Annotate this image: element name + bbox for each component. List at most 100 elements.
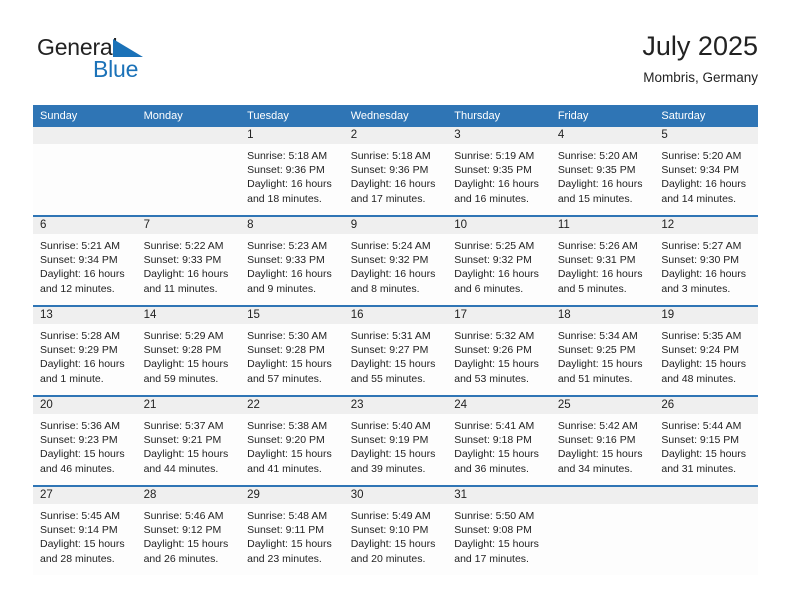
day-detail-daylight-line2: and 18 minutes. (247, 192, 322, 205)
day-details: Sunrise: 5:20 AM Sunset: 9:35 PM Daylight:… (551, 144, 655, 206)
day-number: 24 (447, 397, 551, 414)
day-detail-sunset: Sunset: 9:19 PM (350, 434, 429, 447)
day-detail-daylight-line2: and 23 minutes. (247, 552, 322, 565)
day-number: 9 (343, 217, 448, 234)
page-title: July 2025 (642, 31, 758, 61)
calendar-day-cell[interactable]: 10 Sunrise: 5:25 AM Sunset: 9:32 PM Dayligh… (447, 215, 551, 306)
weekday-header-friday: Friday (550, 105, 655, 127)
calendar-day-cell[interactable]: 12 Sunrise: 5:27 AM Sunset: 9:30 PM Dayligh… (654, 215, 758, 306)
calendar-day-cell[interactable]: 20 Sunrise: 5:36 AM Sunset: 9:23 PM Dayligh… (33, 395, 137, 486)
calendar-day-cell[interactable]: 6 Sunrise: 5:21 AM Sunset: 9:34 PM Daylight… (33, 215, 137, 306)
day-number: 13 (33, 307, 137, 324)
calendar-day-cell[interactable]: 27 Sunrise: 5:45 AM Sunset: 9:14 PM Dayligh… (33, 485, 137, 575)
day-details: Sunrise: 5:40 AM Sunset: 9:19 PM Daylight:… (344, 414, 448, 476)
day-details: Sunrise: 5:50 AM Sunset: 9:08 PM Daylight:… (447, 504, 551, 566)
day-detail-daylight-line1: Daylight: 16 hours (350, 268, 436, 281)
weekday-header-tuesday: Tuesday (240, 105, 344, 127)
day-detail-sunrise: Sunrise: 5:22 AM (143, 240, 224, 252)
calendar-day-cell[interactable]: 30 Sunrise: 5:49 AM Sunset: 9:10 PM Dayligh… (343, 485, 448, 575)
day-detail-sunset: Sunset: 9:34 PM (661, 164, 740, 177)
calendar-day-cell[interactable]: 28 Sunrise: 5:46 AM Sunset: 9:12 PM Dayligh… (136, 485, 241, 575)
calendar-day-cell[interactable]: 8 Sunrise: 5:23 AM Sunset: 9:33 PM Daylight… (240, 215, 344, 306)
day-number: 20 (33, 397, 137, 414)
day-detail-daylight-line2: and 12 minutes. (40, 282, 115, 295)
day-details: Sunrise: 5:20 AM Sunset: 9:34 PM Daylight:… (654, 144, 758, 206)
day-detail-sunrise: Sunrise: 5:18 AM (247, 150, 328, 162)
day-number: 31 (447, 487, 551, 504)
day-number (33, 127, 137, 144)
calendar-day-cell[interactable]: 29 Sunrise: 5:48 AM Sunset: 9:11 PM Dayligh… (240, 485, 344, 575)
calendar-day-cell[interactable]: 4 Sunrise: 5:20 AM Sunset: 9:35 PM Daylight… (550, 127, 655, 216)
day-detail-sunrise: Sunrise: 5:45 AM (40, 510, 120, 522)
calendar-day-cell[interactable]: 13 Sunrise: 5:28 AM Sunset: 9:29 PM Dayligh… (33, 305, 137, 396)
day-number: 23 (343, 397, 448, 414)
day-detail-daylight-line1: Daylight: 16 hours (661, 178, 747, 191)
calendar-day-cell[interactable]: 21 Sunrise: 5:37 AM Sunset: 9:21 PM Dayligh… (136, 395, 241, 486)
day-detail-daylight-line2: and 6 minutes. (454, 282, 524, 295)
calendar-day-cell[interactable]: 14 Sunrise: 5:29 AM Sunset: 9:28 PM Dayligh… (136, 305, 241, 396)
day-detail-sunrise: Sunrise: 5:18 AM (350, 150, 431, 162)
day-details: Sunrise: 5:46 AM Sunset: 9:12 PM Daylight:… (137, 504, 241, 566)
day-details: Sunrise: 5:34 AM Sunset: 9:25 PM Daylight:… (551, 324, 655, 386)
calendar-day-cell[interactable]: 17 Sunrise: 5:32 AM Sunset: 9:26 PM Dayligh… (447, 305, 551, 396)
day-detail-sunset: Sunset: 9:24 PM (661, 344, 740, 357)
day-detail-sunrise: Sunrise: 5:34 AM (557, 330, 638, 342)
day-detail-daylight-line1: Daylight: 15 hours (350, 358, 436, 371)
calendar-day-cell-empty (33, 127, 137, 216)
day-detail-daylight-line2: and 39 minutes. (350, 462, 426, 475)
day-detail-daylight-line2: and 26 minutes. (143, 552, 219, 565)
calendar-day-cell[interactable]: 7 Sunrise: 5:22 AM Sunset: 9:33 PM Daylight… (136, 215, 241, 306)
calendar-day-cell[interactable]: 22 Sunrise: 5:38 AM Sunset: 9:20 PM Dayligh… (240, 395, 344, 486)
day-number: 14 (136, 307, 241, 324)
day-detail-sunrise: Sunrise: 5:46 AM (143, 510, 224, 522)
day-detail-daylight-line2: and 36 minutes. (454, 462, 529, 475)
day-detail-sunrise: Sunrise: 5:26 AM (557, 240, 638, 252)
day-detail-daylight-line2: and 28 minutes. (40, 552, 115, 565)
location-subtitle: Mombris, Germany (643, 70, 758, 85)
day-number: 26 (654, 397, 758, 414)
brand-logo[interactable]: General Blue (37, 34, 257, 92)
calendar-day-cell[interactable]: 2 Sunrise: 5:18 AM Sunset: 9:36 PM Daylight… (343, 127, 448, 216)
day-detail-daylight-line1: Daylight: 15 hours (557, 358, 643, 371)
day-detail-daylight-line2: and 20 minutes. (350, 552, 426, 565)
calendar-day-cell[interactable]: 16 Sunrise: 5:31 AM Sunset: 9:27 PM Dayligh… (343, 305, 448, 396)
calendar-day-cell[interactable]: 15 Sunrise: 5:30 AM Sunset: 9:28 PM Dayligh… (240, 305, 344, 396)
day-detail-sunrise: Sunrise: 5:23 AM (247, 240, 328, 252)
day-detail-daylight-line1: Daylight: 15 hours (454, 538, 539, 551)
day-details: Sunrise: 5:21 AM Sunset: 9:34 PM Daylight:… (33, 234, 137, 296)
weekday-header-wednesday: Wednesday (343, 105, 448, 127)
day-detail-sunset: Sunset: 9:35 PM (454, 164, 532, 177)
calendar-day-cell[interactable]: 18 Sunrise: 5:34 AM Sunset: 9:25 PM Dayligh… (550, 305, 655, 396)
calendar-day-cell[interactable]: 1 Sunrise: 5:18 AM Sunset: 9:36 PM Daylight… (240, 127, 344, 216)
calendar-day-cell[interactable]: 24 Sunrise: 5:41 AM Sunset: 9:18 PM Dayligh… (447, 395, 551, 486)
day-detail-sunrise: Sunrise: 5:40 AM (350, 420, 431, 432)
day-number: 27 (33, 487, 137, 504)
day-details: Sunrise: 5:27 AM Sunset: 9:30 PM Daylight:… (654, 234, 758, 296)
day-detail-daylight-line2: and 14 minutes. (661, 192, 737, 205)
day-details: Sunrise: 5:45 AM Sunset: 9:14 PM Daylight:… (33, 504, 137, 566)
calendar-day-cell[interactable]: 19 Sunrise: 5:35 AM Sunset: 9:24 PM Dayligh… (654, 305, 758, 396)
day-detail-daylight-line1: Daylight: 16 hours (40, 358, 125, 371)
calendar-day-cell[interactable]: 26 Sunrise: 5:44 AM Sunset: 9:15 PM Dayligh… (654, 395, 758, 486)
calendar-header-row: Sunday Monday Tuesday Wednesday Thursday… (33, 105, 758, 127)
day-number: 10 (447, 217, 551, 234)
day-detail-sunrise: Sunrise: 5:42 AM (557, 420, 638, 432)
day-detail-sunrise: Sunrise: 5:27 AM (661, 240, 742, 252)
calendar-day-cell[interactable]: 5 Sunrise: 5:20 AM Sunset: 9:34 PM Daylight… (654, 127, 758, 216)
calendar-day-cell[interactable]: 25 Sunrise: 5:42 AM Sunset: 9:16 PM Dayligh… (550, 395, 655, 486)
day-detail-daylight-line1: Daylight: 15 hours (247, 358, 332, 371)
calendar-day-cell[interactable]: 3 Sunrise: 5:19 AM Sunset: 9:35 PM Daylight… (447, 127, 551, 216)
day-detail-daylight-line1: Daylight: 16 hours (350, 178, 436, 191)
day-details: Sunrise: 5:26 AM Sunset: 9:31 PM Daylight:… (551, 234, 655, 296)
day-detail-sunrise: Sunrise: 5:31 AM (350, 330, 431, 342)
day-detail-daylight-line2: and 57 minutes. (247, 372, 322, 385)
title-block: July 2025 Mombris, Germany (642, 30, 758, 88)
calendar-day-cell[interactable]: 31 Sunrise: 5:50 AM Sunset: 9:08 PM Dayligh… (447, 485, 551, 575)
calendar-day-cell[interactable]: 23 Sunrise: 5:40 AM Sunset: 9:19 PM Dayligh… (343, 395, 448, 486)
calendar-day-cell[interactable]: 11 Sunrise: 5:26 AM Sunset: 9:31 PM Dayligh… (550, 215, 655, 306)
calendar-day-cell[interactable]: 9 Sunrise: 5:24 AM Sunset: 9:32 PM Daylight… (343, 215, 448, 306)
page-header: General Blue July 2025 Mombris, Germany (33, 30, 758, 96)
day-details: Sunrise: 5:31 AM Sunset: 9:27 PM Daylight:… (344, 324, 448, 386)
day-number: 17 (447, 307, 551, 324)
calendar-week-row: 27 Sunrise: 5:45 AM Sunset: 9:14 PM Dayligh… (33, 485, 758, 575)
